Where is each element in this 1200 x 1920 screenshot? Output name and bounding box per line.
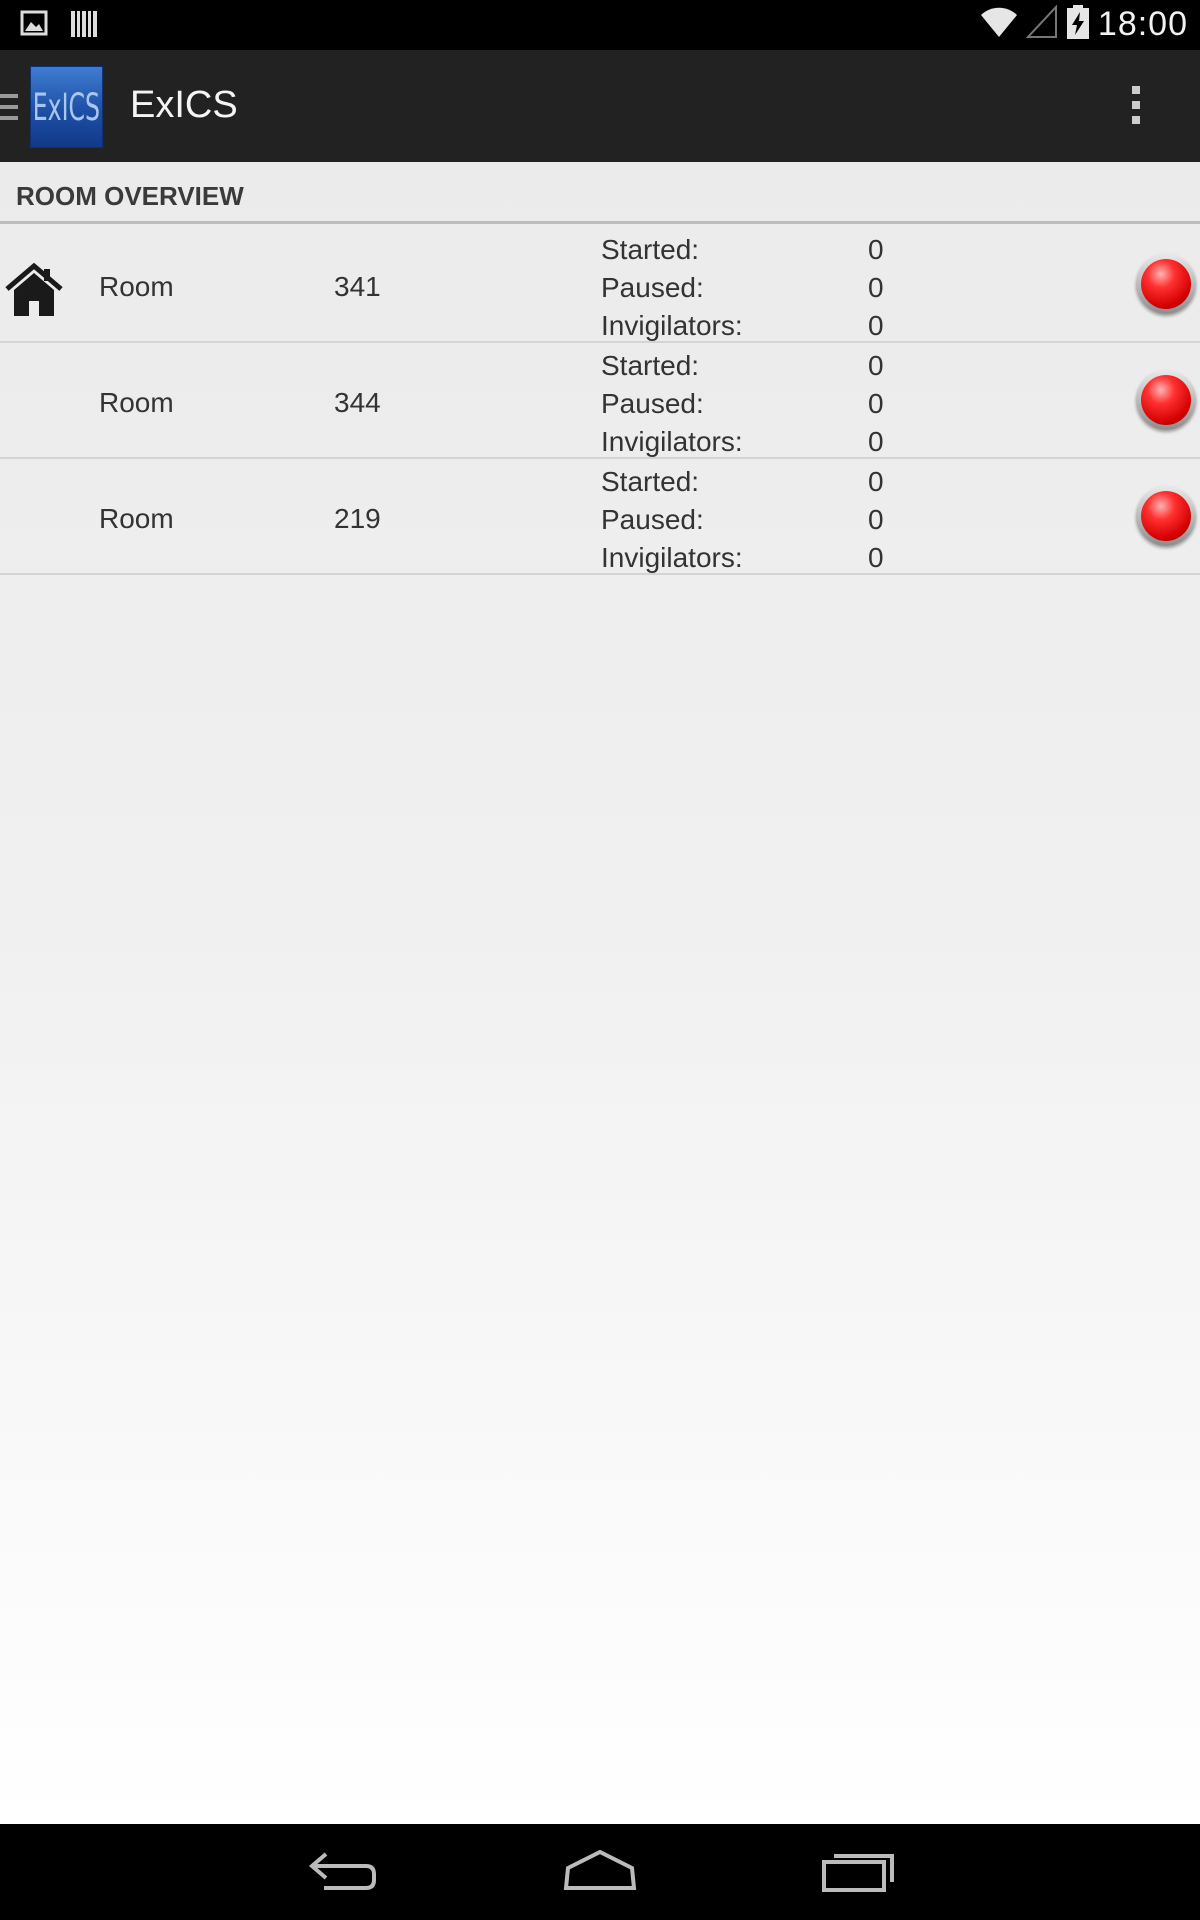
started-label: Started: xyxy=(601,350,700,381)
room-number: 344 xyxy=(334,387,381,418)
image-icon xyxy=(20,8,48,45)
room-number: 341 xyxy=(334,271,381,302)
invigilators-value: 0 xyxy=(868,310,884,341)
battery-charging-icon xyxy=(1066,4,1090,45)
started-label: Started: xyxy=(601,234,700,265)
barcode-icon xyxy=(70,8,98,45)
section-title: ROOM OVERVIEW xyxy=(16,181,244,211)
room-label: Room xyxy=(99,503,174,534)
action-bar: ExICS ExICS xyxy=(0,50,1200,162)
recent-apps-icon[interactable] xyxy=(818,1846,898,1896)
started-value: 0 xyxy=(868,350,884,381)
app-logo[interactable]: ExICS xyxy=(30,66,104,148)
wifi-icon xyxy=(980,5,1018,44)
status-time: 18:00 xyxy=(1097,5,1188,43)
room-row[interactable]: Room 341 Started: 0 Paused: 0 Invigilato… xyxy=(0,227,1200,343)
screen: 18:00 ExICS ExICS ROOM OVERVIEW Room 341… xyxy=(0,0,1200,1920)
home-nav-icon[interactable] xyxy=(560,1846,640,1896)
status-indicator-red[interactable] xyxy=(1136,370,1196,430)
home-icon xyxy=(4,262,64,317)
drawer-toggle-icon[interactable] xyxy=(0,92,20,122)
room-number: 219 xyxy=(334,503,381,534)
paused-label: Paused: xyxy=(601,504,704,535)
started-label: Started: xyxy=(601,466,700,497)
app-logo-text: ExICS xyxy=(32,85,101,129)
paused-value: 0 xyxy=(868,272,884,303)
room-label: Room xyxy=(99,271,174,302)
invigilators-label: Invigilators: xyxy=(601,542,743,573)
paused-label: Paused: xyxy=(601,388,704,419)
status-indicator-red[interactable] xyxy=(1136,254,1196,314)
room-row[interactable]: Room 219 Started: 0 Paused: 0 Invigilato… xyxy=(0,459,1200,575)
invigilators-value: 0 xyxy=(868,542,884,573)
paused-label: Paused: xyxy=(601,272,704,303)
room-row[interactable]: Room 344 Started: 0 Paused: 0 Invigilato… xyxy=(0,343,1200,459)
invigilators-label: Invigilators: xyxy=(601,310,743,341)
started-value: 0 xyxy=(868,234,884,265)
section-header: ROOM OVERVIEW xyxy=(0,162,1200,224)
back-icon[interactable] xyxy=(302,1846,382,1896)
overflow-menu-icon[interactable] xyxy=(1120,80,1152,130)
status-indicator-red[interactable] xyxy=(1136,486,1196,546)
invigilators-label: Invigilators: xyxy=(601,426,743,457)
navigation-bar xyxy=(0,1824,1200,1920)
signal-icon xyxy=(1025,4,1058,44)
started-value: 0 xyxy=(868,466,884,497)
app-title: ExICS xyxy=(130,84,238,126)
invigilators-value: 0 xyxy=(868,426,884,457)
status-bar: 18:00 xyxy=(0,0,1200,50)
paused-value: 0 xyxy=(868,504,884,535)
paused-value: 0 xyxy=(868,388,884,419)
room-overview-content: ROOM OVERVIEW Room 341 Started: 0 Paused… xyxy=(0,162,1200,1824)
room-label: Room xyxy=(99,387,174,418)
